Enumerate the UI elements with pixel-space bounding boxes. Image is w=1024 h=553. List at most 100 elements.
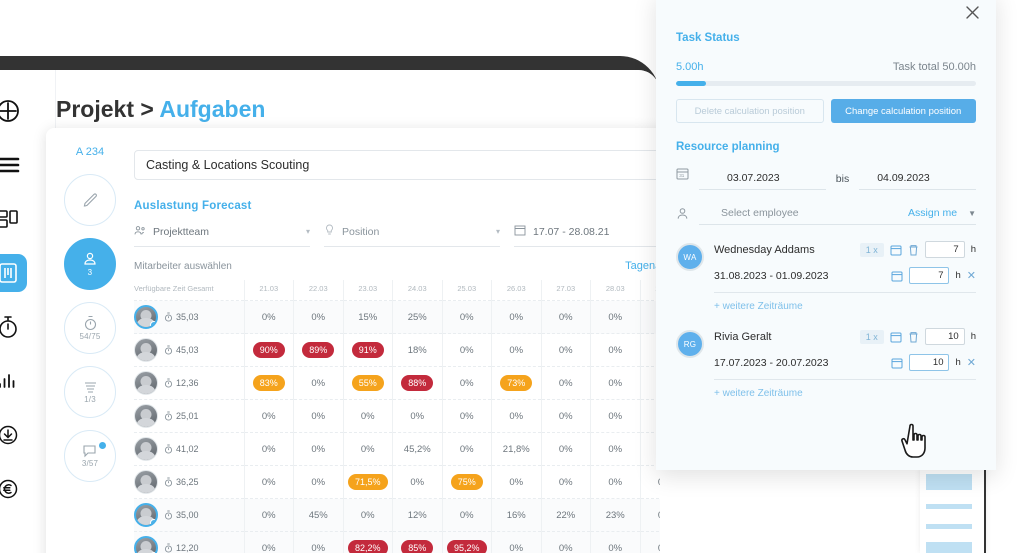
utilization-cell[interactable]: 25% <box>392 300 443 334</box>
date-range[interactable]: 17.07.2023 - 20.07.2023 <box>714 357 885 369</box>
utilization-cell[interactable]: 45% <box>293 498 344 532</box>
utilization-cell[interactable]: 89% <box>293 333 344 367</box>
utilization-cell[interactable]: 0% <box>244 465 294 499</box>
utilization-cell[interactable]: 15% <box>343 300 393 334</box>
utilization-cell[interactable]: 0% <box>343 399 393 433</box>
table-row[interactable]: 35,000%45%0%12%0%16%22%23%0% <box>134 498 660 532</box>
utilization-cell[interactable]: 0% <box>590 366 641 400</box>
utilization-cell[interactable]: 85% <box>392 531 443 553</box>
utilization-cell[interactable]: 55% <box>343 366 393 400</box>
utilization-cell[interactable]: 0% <box>244 432 294 466</box>
utilization-cell[interactable]: 0% <box>442 300 492 334</box>
assignees-stat-circle[interactable]: 3 <box>64 238 116 290</box>
filter-position[interactable]: Position ▾ <box>324 224 500 247</box>
utilization-cell[interactable]: 0% <box>640 498 660 532</box>
utilization-cell[interactable]: 95,2% <box>442 531 492 553</box>
date-from-field[interactable]: 03.07.2023 <box>699 172 826 190</box>
trash-icon[interactable] <box>908 244 919 256</box>
calendar-icon[interactable] <box>890 244 902 256</box>
add-period-link[interactable]: + weitere Zeiträume <box>714 388 976 399</box>
remove-period-icon[interactable]: ✕ <box>967 356 976 369</box>
utilization-cell[interactable]: 0% <box>590 465 641 499</box>
utilization-cell[interactable]: 22% <box>541 498 591 532</box>
add-circle-icon[interactable] <box>0 92 27 130</box>
utilization-cell[interactable]: 0% <box>244 399 294 433</box>
breadcrumb-root[interactable]: Projekt <box>56 96 134 122</box>
table-row[interactable]: 41,020%0%0%45,2%0%21,8%0%0%0% <box>134 432 660 466</box>
period-hours-input[interactable]: 7 <box>909 267 950 284</box>
utilization-cell[interactable]: 0% <box>491 333 542 367</box>
utilization-cell[interactable]: 0% <box>343 498 393 532</box>
utilization-cell[interactable]: 73% <box>491 366 542 400</box>
utilization-cell[interactable]: 0% <box>442 498 492 532</box>
breadcrumb-current[interactable]: Aufgaben <box>159 96 265 122</box>
remove-period-icon[interactable]: ✕ <box>967 269 976 282</box>
add-period-link[interactable]: + weitere Zeiträume <box>714 301 976 312</box>
chart-icon[interactable] <box>0 362 27 400</box>
calendar-icon[interactable] <box>891 357 903 369</box>
utilization-cell[interactable]: 0% <box>491 465 542 499</box>
hours-input[interactable]: 7 <box>924 241 965 258</box>
utilization-cell[interactable]: 0% <box>541 432 591 466</box>
utilization-cell[interactable]: 0% <box>541 366 591 400</box>
table-row[interactable]: 25,010%0%0%0%0%0%0%0%0% <box>134 399 660 433</box>
utilization-cell[interactable]: 0% <box>590 531 641 553</box>
timer-icon[interactable] <box>0 308 27 346</box>
utilization-cell[interactable]: 0% <box>590 300 641 334</box>
employee-select[interactable]: Select employee Assign me ▼ <box>699 207 976 225</box>
download-icon[interactable] <box>0 416 27 454</box>
utilization-cell[interactable]: 0% <box>293 432 344 466</box>
date-to-field[interactable]: 04.09.2023 <box>859 172 976 190</box>
calendar-icon[interactable] <box>890 331 902 343</box>
dashboard-icon[interactable] <box>0 200 27 238</box>
assign-me-link[interactable]: Assign me <box>908 207 957 219</box>
period-hours-input[interactable]: 10 <box>909 354 950 371</box>
repeat-count[interactable]: 1 x <box>859 329 884 344</box>
utilization-cell[interactable]: 12% <box>392 498 443 532</box>
utilization-cell[interactable]: 0% <box>244 300 294 334</box>
menu-icon[interactable] <box>0 146 27 184</box>
utilization-cell[interactable]: 88% <box>392 366 443 400</box>
utilization-cell[interactable]: 18% <box>392 333 443 367</box>
utilization-cell[interactable]: 91% <box>343 333 393 367</box>
utilization-cell[interactable]: 0% <box>541 333 591 367</box>
utilization-cell[interactable]: 0% <box>442 399 492 433</box>
utilization-cell[interactable]: 0% <box>590 399 641 433</box>
table-row[interactable]: 36,250%0%71,5%0%75%0%0%0%0% <box>134 465 660 499</box>
utilization-cell[interactable]: 23% <box>590 498 641 532</box>
utilization-cell[interactable]: 0% <box>442 333 492 367</box>
day-view-link[interactable]: Tagenansicht <box>625 260 660 272</box>
utilization-cell[interactable]: 0% <box>541 531 591 553</box>
utilization-cell[interactable]: 0% <box>392 465 443 499</box>
utilization-cell[interactable]: 16% <box>491 498 542 532</box>
utilization-cell[interactable]: 0% <box>541 399 591 433</box>
task-title-input[interactable]: Casting & Locations Scouting <box>134 150 660 180</box>
utilization-cell[interactable]: 0% <box>293 300 344 334</box>
utilization-cell[interactable]: 0% <box>244 498 294 532</box>
change-calculation-position-button[interactable]: Change calculation position <box>830 99 976 123</box>
time-stat-circle[interactable]: 54/75 <box>64 302 116 354</box>
euro-icon[interactable] <box>0 470 27 508</box>
utilization-cell[interactable]: 45,2% <box>392 432 443 466</box>
edit-stat-circle[interactable] <box>64 174 116 226</box>
table-row[interactable]: 12,200%0%82,2%85%95,2%0%0%0%0% <box>134 531 660 553</box>
date-range[interactable]: 31.08.2023 - 01.09.2023 <box>714 270 885 282</box>
utilization-cell[interactable]: 0% <box>491 531 542 553</box>
utilization-cell[interactable]: 75% <box>442 465 492 499</box>
utilization-cell[interactable]: 0% <box>541 300 591 334</box>
repeat-count[interactable]: 1 x <box>859 242 884 257</box>
utilization-cell[interactable]: 0% <box>541 465 591 499</box>
utilization-cell[interactable]: 0% <box>293 531 344 553</box>
calendar-icon[interactable] <box>891 270 903 282</box>
checklist-stat-circle[interactable]: 1/3 <box>64 366 116 418</box>
filter-team[interactable]: Projektteam ▾ <box>134 224 310 247</box>
utilization-cell[interactable]: 21,8% <box>491 432 542 466</box>
utilization-cell[interactable]: 82,2% <box>343 531 393 553</box>
filter-date-range[interactable]: 17.07 - 28.08.21 <box>514 224 660 247</box>
utilization-cell[interactable]: 0% <box>293 366 344 400</box>
utilization-cell[interactable]: 71,5% <box>343 465 393 499</box>
table-row[interactable]: 45,0390%89%91%18%0%0%0%0%0% <box>134 333 660 367</box>
table-row[interactable]: 35,030%0%15%25%0%0%0%0%0% <box>134 300 660 334</box>
utilization-cell[interactable]: 0% <box>293 465 344 499</box>
utilization-cell[interactable]: 0% <box>590 432 641 466</box>
